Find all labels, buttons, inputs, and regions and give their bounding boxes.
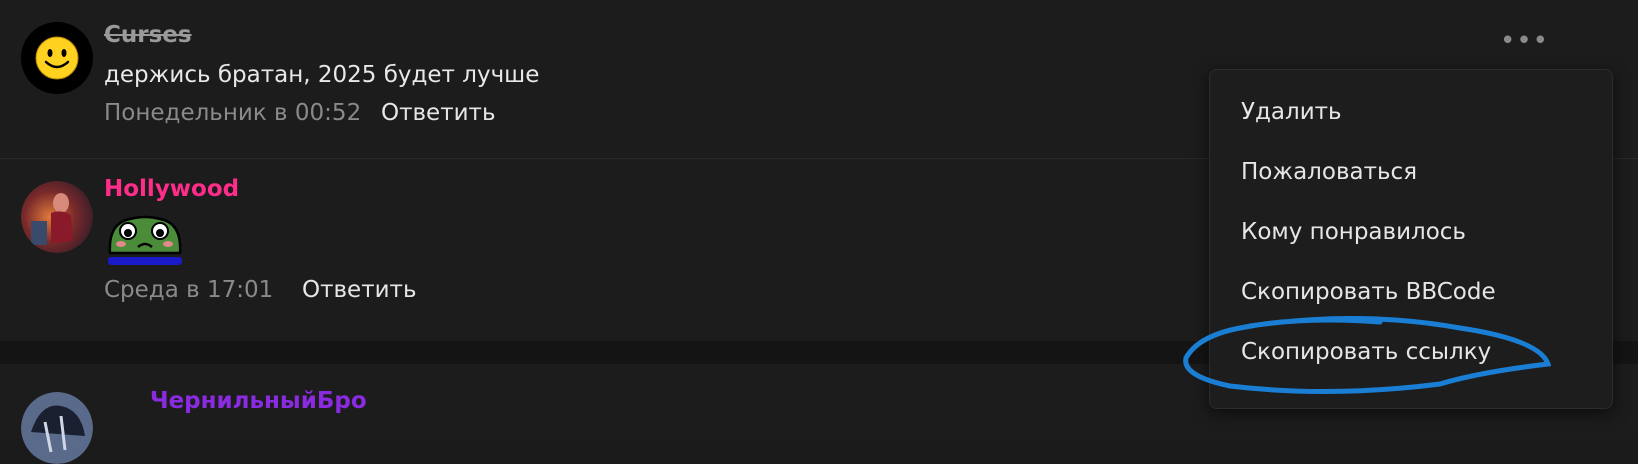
menu-item-report[interactable]: Пожаловаться	[1241, 159, 1417, 185]
avatar[interactable]	[21, 181, 93, 253]
menu-item-delete[interactable]: Удалить	[1241, 99, 1342, 125]
user-photo	[21, 392, 93, 464]
smiley-icon	[21, 22, 93, 94]
avatar[interactable]	[21, 22, 93, 94]
user-photo	[21, 181, 93, 253]
menu-item-copy-link[interactable]: Скопировать ссылку	[1241, 339, 1491, 365]
comment-time: Среда в 17:01	[104, 277, 274, 303]
comment-time: Понедельник в 00:52	[104, 100, 362, 126]
reply-button[interactable]: Ответить	[381, 100, 496, 126]
comment-author[interactable]: ЧернильныйБро	[150, 388, 367, 414]
menu-item-who-liked[interactable]: Кому понравилось	[1241, 219, 1466, 245]
avatar[interactable]	[21, 392, 93, 464]
comment-author[interactable]: Curses	[104, 22, 192, 48]
comment-author[interactable]: Hollywood	[104, 176, 239, 202]
reply-button[interactable]: Ответить	[302, 277, 417, 303]
comment-text: держись братан, 2025 будет лучше	[104, 62, 540, 88]
menu-item-copy-bbcode[interactable]: Скопировать BBCode	[1241, 279, 1496, 305]
context-menu: Удалить Пожаловаться Кому понравилось Ск…	[1209, 69, 1613, 409]
more-options-icon[interactable]: •••	[1500, 26, 1549, 56]
sad-frog-sticker	[104, 213, 186, 269]
